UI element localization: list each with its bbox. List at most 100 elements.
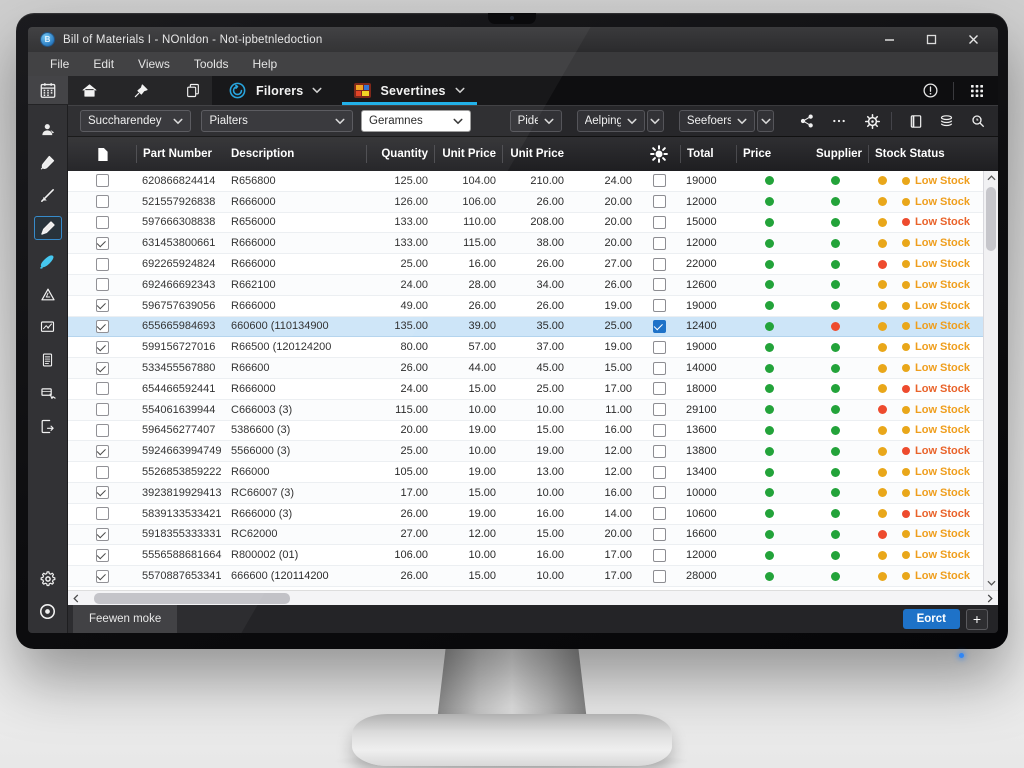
row-flag-checkbox[interactable]	[653, 174, 666, 187]
search-button[interactable]	[965, 109, 990, 133]
column-header-unit-price-2[interactable]: Unit Price	[502, 145, 570, 163]
filter-dropdown-geramnes[interactable]: Geramnes	[361, 110, 471, 132]
file-column-header[interactable]	[68, 145, 136, 163]
sidebar-tool-settings[interactable]	[34, 567, 62, 591]
scroll-left-icon[interactable]	[68, 591, 84, 605]
row-flag-checkbox[interactable]	[653, 403, 666, 416]
horizontal-scroll-track[interactable]	[84, 591, 982, 605]
row-select-checkbox[interactable]	[96, 341, 109, 354]
row-flag-checkbox[interactable]	[653, 466, 666, 479]
sidebar-tool-contact[interactable]	[34, 117, 62, 141]
table-row[interactable]: 5526853859222R66000105.0019.0013.0012.00…	[68, 462, 983, 483]
column-header-price[interactable]: Price	[736, 145, 802, 163]
menu-item-help[interactable]: Help	[241, 52, 290, 76]
row-flag-checkbox[interactable]	[653, 195, 666, 208]
copy-button[interactable]	[180, 79, 206, 103]
table-row[interactable]: 59246639947495566000 (3)25.0010.0019.001…	[68, 441, 983, 462]
row-select-checkbox[interactable]	[96, 362, 109, 375]
share-button[interactable]	[794, 109, 819, 133]
sidebar-tool-chart[interactable]	[34, 315, 62, 339]
row-select-checkbox[interactable]	[96, 278, 109, 291]
filter-split-button[interactable]	[647, 110, 664, 132]
menu-item-toolds[interactable]: Toolds	[182, 52, 241, 76]
row-flag-checkbox[interactable]	[653, 382, 666, 395]
row-select-checkbox[interactable]	[96, 528, 109, 541]
table-row[interactable]: 533455567880R6660026.0044.0045.0015.0014…	[68, 358, 983, 379]
row-flag-checkbox[interactable]	[653, 237, 666, 250]
maximize-button[interactable]	[922, 32, 940, 48]
row-select-checkbox[interactable]	[96, 570, 109, 583]
close-button[interactable]	[964, 32, 982, 48]
table-row[interactable]: 521557926838R666000126.00106.0026.0020.0…	[68, 192, 983, 213]
vertical-scrollbar[interactable]	[983, 171, 998, 590]
row-select-checkbox[interactable]	[96, 507, 109, 520]
minimize-button[interactable]	[880, 32, 898, 48]
row-select-checkbox[interactable]	[96, 299, 109, 312]
primary-action-button[interactable]: Eorct	[903, 609, 960, 629]
add-button[interactable]: +	[966, 609, 988, 630]
row-select-checkbox[interactable]	[96, 258, 109, 271]
row-select-checkbox[interactable]	[96, 237, 109, 250]
sheet-tab[interactable]: Feewen moke	[73, 605, 177, 633]
sidebar-tool-document[interactable]	[34, 348, 62, 372]
sidebar-tool-highlighter[interactable]	[34, 249, 62, 273]
sidebar-tool-tap-tool[interactable]	[34, 381, 62, 405]
table-row[interactable]: 692466692343R66210024.0028.0034.0026.001…	[68, 275, 983, 296]
horizontal-scrollbar[interactable]	[68, 590, 998, 605]
row-select-checkbox[interactable]	[96, 382, 109, 395]
menu-item-edit[interactable]: Edit	[81, 52, 126, 76]
row-flag-checkbox[interactable]	[653, 549, 666, 562]
row-flag-checkbox[interactable]	[653, 507, 666, 520]
row-flag-checkbox[interactable]	[653, 216, 666, 229]
scroll-down-icon[interactable]	[984, 576, 998, 590]
table-row[interactable]: 3923819929413RC66007 (3)17.0015.0010.001…	[68, 483, 983, 504]
row-flag-checkbox[interactable]	[653, 341, 666, 354]
table-row[interactable]: 654466592441R66600024.0015.0025.0017.001…	[68, 379, 983, 400]
frame-button[interactable]	[904, 109, 929, 133]
home-button[interactable]	[76, 79, 102, 103]
ellipsis-button[interactable]	[827, 109, 852, 133]
menu-item-file[interactable]: File	[38, 52, 81, 76]
filter-dropdown-pide[interactable]: Pide	[510, 110, 562, 132]
column-header-part-number[interactable]: Part Number	[136, 145, 225, 163]
row-flag-checkbox[interactable]	[653, 445, 666, 458]
table-row[interactable]: 631453800661R666000133.00115.0038.0020.0…	[68, 233, 983, 254]
sidebar-tool-line-tool[interactable]	[34, 183, 62, 207]
sidebar-tool-pen[interactable]	[34, 216, 62, 240]
row-flag-checkbox[interactable]	[653, 362, 666, 375]
filter-split-button[interactable]	[757, 110, 774, 132]
alert-button[interactable]	[917, 79, 943, 103]
row-select-checkbox[interactable]	[96, 216, 109, 229]
table-row[interactable]: 5570887653341666600 (12011420026.0015.00…	[68, 566, 983, 587]
vertical-scroll-track[interactable]	[984, 185, 998, 576]
row-flag-checkbox[interactable]	[653, 320, 666, 333]
table-row[interactable]: 5839133533421R666000 (3)26.0019.0016.001…	[68, 504, 983, 525]
row-select-checkbox[interactable]	[96, 403, 109, 416]
scroll-up-icon[interactable]	[984, 171, 998, 185]
filter-dropdown-seefoers[interactable]: Seefoers	[679, 110, 755, 132]
row-flag-checkbox[interactable]	[653, 486, 666, 499]
row-select-checkbox[interactable]	[96, 320, 109, 333]
row-select-checkbox[interactable]	[96, 445, 109, 458]
horizontal-scroll-thumb[interactable]	[94, 593, 290, 604]
scroll-right-icon[interactable]	[982, 591, 998, 605]
view-tab-filorers[interactable]: Filorers	[212, 76, 338, 105]
flag-column-header[interactable]	[638, 145, 680, 163]
row-flag-checkbox[interactable]	[653, 278, 666, 291]
row-flag-checkbox[interactable]	[653, 299, 666, 312]
grid-button[interactable]	[964, 79, 990, 103]
filter-dropdown-succharendey[interactable]: Succharendey	[80, 110, 191, 132]
column-header-supplier[interactable]: Supplier	[802, 145, 868, 163]
row-flag-checkbox[interactable]	[653, 570, 666, 583]
column-header-description[interactable]: Description	[225, 145, 366, 163]
gear-button[interactable]	[860, 109, 885, 133]
column-header-unit-price-1[interactable]: Unit Price	[434, 145, 502, 163]
table-row[interactable]: 5964562774075386600 (3)20.0019.0015.0016…	[68, 421, 983, 442]
column-header-stock-status[interactable]: Stock Status	[868, 145, 983, 163]
table-row[interactable]: 655665984693660600 (110134900135.0039.00…	[68, 317, 983, 338]
layers-button[interactable]	[934, 109, 959, 133]
table-row[interactable]: 692265924824R66600025.0016.0026.0027.002…	[68, 254, 983, 275]
view-tab-severtines[interactable]: Severtines	[338, 76, 480, 105]
table-row[interactable]: 596757639056R66600049.0026.0026.0019.001…	[68, 296, 983, 317]
table-row[interactable]: 599156727016R66500 (12012420080.0057.003…	[68, 337, 983, 358]
